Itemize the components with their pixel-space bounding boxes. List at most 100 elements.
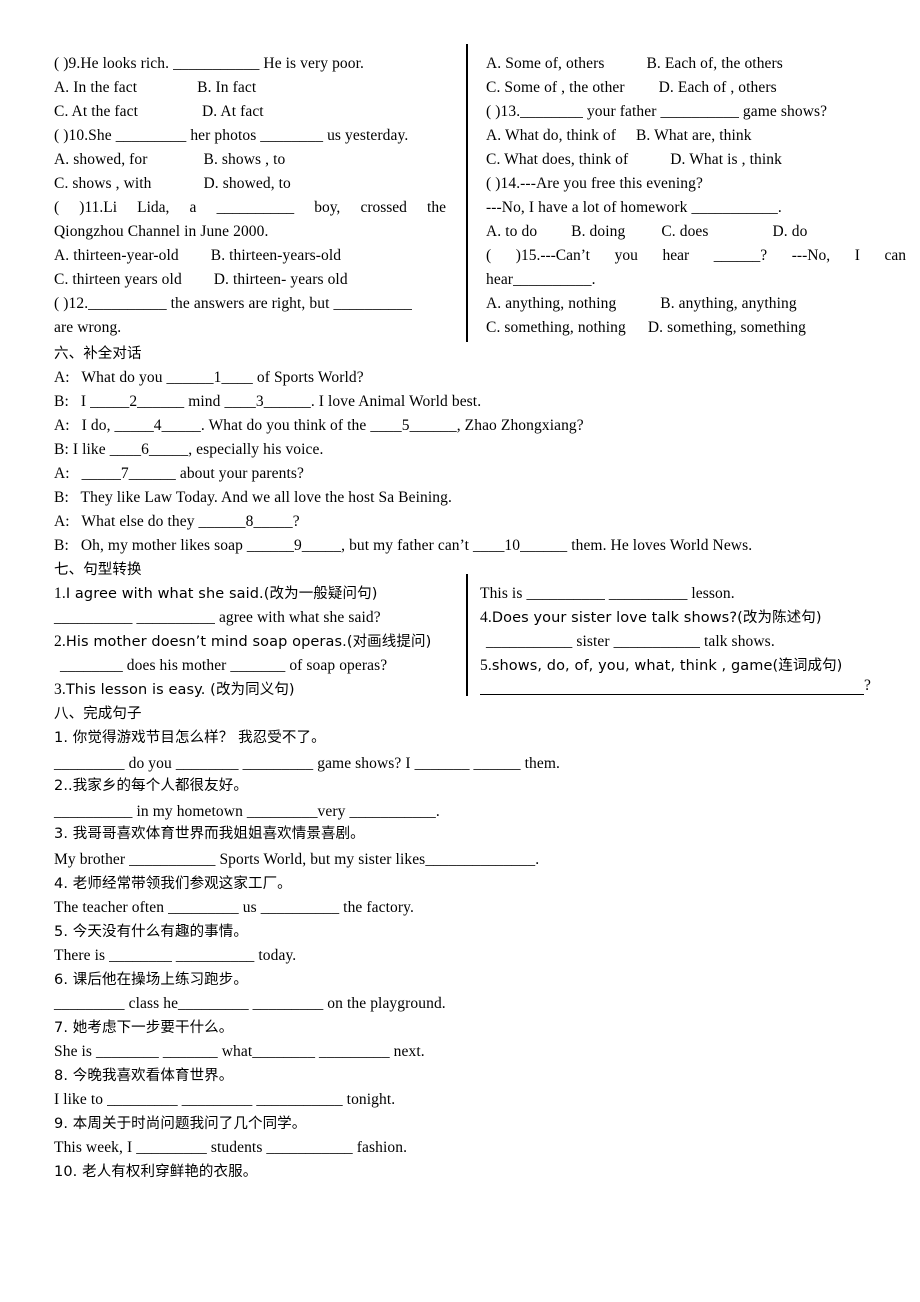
- mc-q9-option-b[interactable]: B. In fact: [197, 79, 256, 96]
- complete-item-5-en[interactable]: There is ________ __________ today.: [54, 944, 296, 968]
- mc-q15-option-b[interactable]: B. anything, anything: [660, 295, 796, 312]
- answer-blank-line[interactable]: This week, I _________ students ________…: [54, 1139, 407, 1156]
- item-number: 5.: [54, 924, 69, 940]
- mc-q15-option-c[interactable]: C. something, nothing: [486, 319, 626, 336]
- item-number: 3.: [54, 826, 69, 842]
- mc-q13-option-a[interactable]: A. What do, think of: [486, 127, 616, 144]
- item-chinese: 今天没有什么有趣的事情。: [72, 924, 248, 940]
- answer-blank-line[interactable]: This is __________ __________ lesson.: [480, 585, 735, 602]
- item-chinese: 我家乡的每个人都很友好。: [72, 778, 248, 794]
- mc-q12-option-d[interactable]: D. Each of , others: [659, 79, 777, 96]
- item-number: 2..: [54, 778, 73, 794]
- mc-q14-option-a[interactable]: A. to do: [486, 223, 537, 240]
- mc-q11-option-d[interactable]: D. thirteen- years old: [214, 271, 348, 288]
- answer-blank-line[interactable]: My brother ___________ Sports World, but…: [54, 851, 539, 868]
- item-prompt: shows, do, of, you, what, think , game(连…: [491, 658, 843, 674]
- mc-q12-option-a[interactable]: A. Some of, others: [486, 55, 604, 72]
- dialogue-text: What else do they ______8_____?: [81, 513, 300, 530]
- mc-question-10: ( )10.She _________ her photos ________ …: [54, 124, 408, 148]
- mc-question-12-line1: ( )12.__________ the answers are right, …: [54, 292, 412, 316]
- mc-q12-options-cd: C. Some of , the other D. Each of , othe…: [486, 76, 777, 100]
- dialogue-text: I like ____6_____, especially his voice.: [72, 441, 324, 458]
- complete-item-10-zh: 10. 老人有权利穿鲜艳的衣服。: [54, 1160, 257, 1184]
- complete-item-7-en[interactable]: She is ________ _______ what________ ___…: [54, 1040, 425, 1064]
- item-prompt: Does your sister love talk shows?(改为陈述句): [491, 610, 822, 626]
- mc-q10-option-d[interactable]: D. showed, to: [204, 175, 291, 192]
- complete-item-3-en[interactable]: My brother ___________ Sports World, but…: [54, 848, 539, 872]
- item-chinese: 我哥哥喜欢体育世界而我姐姐喜欢情景喜剧。: [72, 826, 365, 842]
- dialogue-line-6: B: They like Law Today. And we all love …: [54, 486, 452, 510]
- transform-item-1-answer[interactable]: __________ __________ agree with what sh…: [54, 606, 381, 630]
- answer-blank-line[interactable]: I like to _________ _________ __________…: [54, 1091, 395, 1108]
- dialogue-line-2: B: I _____2______ mind ____3______. I lo…: [54, 390, 481, 414]
- complete-item-8-en[interactable]: I like to _________ _________ __________…: [54, 1088, 395, 1112]
- transform-item-4-answer[interactable]: ___________ sister ___________ talk show…: [486, 630, 775, 654]
- complete-item-6-en[interactable]: _________ class he_________ _________ on…: [54, 992, 446, 1016]
- mc-question-15-line2: hear__________.: [486, 268, 596, 292]
- mc-q15-options-ab: A. anything, nothing B. anything, anythi…: [486, 292, 797, 316]
- complete-item-9-zh: 9. 本周关于时尚问题我问了几个同学。: [54, 1112, 306, 1136]
- answer-blank-line[interactable]: There is ________ __________ today.: [54, 947, 296, 964]
- answer-blank-line[interactable]: _________ do you ________ _________ game…: [54, 755, 560, 772]
- transform-item-2-prompt: 2.His mother doesn’t mind soap operas.(对…: [54, 630, 431, 654]
- mc-q9-option-a[interactable]: A. In the fact: [54, 79, 137, 96]
- complete-item-4-en[interactable]: The teacher often _________ us _________…: [54, 896, 414, 920]
- mc-q12-options-ab: A. Some of, others B. Each of, the other…: [486, 52, 783, 76]
- answer-blank-line[interactable]: The teacher often _________ us _________…: [54, 899, 414, 916]
- answer-blank-line[interactable]: __________ in my hometown _________very …: [54, 803, 440, 820]
- mc-q13-option-b[interactable]: B. What are, think: [636, 127, 752, 144]
- dialogue-text: I _____2______ mind ____3______. I love …: [80, 393, 482, 410]
- mc-q10-option-b[interactable]: B. shows , to: [204, 151, 286, 168]
- answer-blank-line[interactable]: ___________ sister ___________ talk show…: [486, 633, 775, 650]
- dialogue-text: What do you ______1____ of Sports World?: [81, 369, 364, 386]
- mc-q15-option-d[interactable]: D. something, something: [648, 319, 806, 336]
- mc-q11-option-b[interactable]: B. thirteen-years-old: [211, 247, 341, 264]
- complete-item-9-en[interactable]: This week, I _________ students ________…: [54, 1136, 407, 1160]
- worksheet-page: ( )9.He looks rich. ___________ He is ve…: [0, 0, 920, 1302]
- complete-item-2-en[interactable]: __________ in my hometown _________very …: [54, 800, 440, 824]
- transform-item-2-answer[interactable]: ________ does his mother _______ of soap…: [60, 654, 387, 678]
- dialogue-text: _____7______ about your parents?: [81, 465, 304, 482]
- item-number: 8.: [54, 1068, 69, 1084]
- mc-q11-option-c[interactable]: C. thirteen years old: [54, 271, 182, 288]
- complete-item-3-zh: 3. 我哥哥喜欢体育世界而我姐姐喜欢情景喜剧。: [54, 822, 365, 846]
- dialogue-text: They like Law Today. And we all love the…: [80, 489, 452, 506]
- complete-item-4-zh: 4. 老师经常带领我们参观这家工厂。: [54, 872, 292, 896]
- answer-blank-line[interactable]: _________ class he_________ _________ on…: [54, 995, 446, 1012]
- mc-q14-option-d[interactable]: D. do: [773, 223, 808, 240]
- transform-item-5-answer-rule[interactable]: [480, 694, 864, 695]
- mc-q13-option-d[interactable]: D. What is , think: [670, 151, 782, 168]
- mc-q12-option-b[interactable]: B. Each of, the others: [646, 55, 783, 72]
- mc-q13-option-c[interactable]: C. What does, think of: [486, 151, 628, 168]
- mc-q9-option-d[interactable]: D. At fact: [202, 103, 264, 120]
- item-number: 4.: [54, 876, 69, 892]
- mc-q11-options-cd: C. thirteen years old D. thirteen- years…: [54, 268, 348, 292]
- section-eight-heading: 八、完成句子: [54, 706, 142, 722]
- transform-item-3-answer[interactable]: This is __________ __________ lesson.: [480, 582, 735, 606]
- mc-q15-option-a[interactable]: A. anything, nothing: [486, 295, 616, 312]
- dialogue-line-1: A: What do you ______1____ of Sports Wor…: [54, 366, 364, 390]
- mc-q15-stem-2: hear__________.: [486, 271, 596, 288]
- dialogue-text: Oh, my mother likes soap ______9_____, b…: [80, 537, 753, 554]
- mc-q9-option-c[interactable]: C. At the fact: [54, 103, 138, 120]
- item-number: 6.: [54, 972, 69, 988]
- mc-q10-options-cd: C. shows , with D. showed, to: [54, 172, 291, 196]
- mc-q11-option-a[interactable]: A. thirteen-year-old: [54, 247, 179, 264]
- mc-q14-stem-2: ---No, I have a lot of homework ________…: [486, 199, 782, 216]
- mc-q14-option-c[interactable]: C. does: [661, 223, 708, 240]
- complete-item-8-zh: 8. 今晚我喜欢看体育世界。: [54, 1064, 233, 1088]
- answer-blank-line[interactable]: ________ does his mother _______ of soap…: [60, 657, 387, 674]
- mc-q10-option-c[interactable]: C. shows , with: [54, 175, 152, 192]
- answer-blank-line[interactable]: She is ________ _______ what________ ___…: [54, 1043, 425, 1060]
- mc-q12-option-c[interactable]: C. Some of , the other: [486, 79, 625, 96]
- complete-item-1-en[interactable]: _________ do you ________ _________ game…: [54, 752, 560, 776]
- answer-blank-line[interactable]: __________ __________ agree with what sh…: [54, 609, 381, 626]
- item-chinese: 老人有权利穿鲜艳的衣服。: [82, 1164, 258, 1180]
- mc-q14-option-b[interactable]: B. doing: [571, 223, 625, 240]
- item-prompt: His mother doesn’t mind soap operas.(对画线…: [65, 634, 432, 650]
- mc-question-9: ( )9.He looks rich. ___________ He is ve…: [54, 52, 364, 76]
- item-chinese: 她考虑下一步要干什么。: [72, 1020, 234, 1036]
- mc-q10-option-a[interactable]: A. showed, for: [54, 151, 148, 168]
- mc-q9-options-cd: C. At the fact D. At fact: [54, 100, 264, 124]
- mc-q10-options-ab: A. showed, for B. shows , to: [54, 148, 285, 172]
